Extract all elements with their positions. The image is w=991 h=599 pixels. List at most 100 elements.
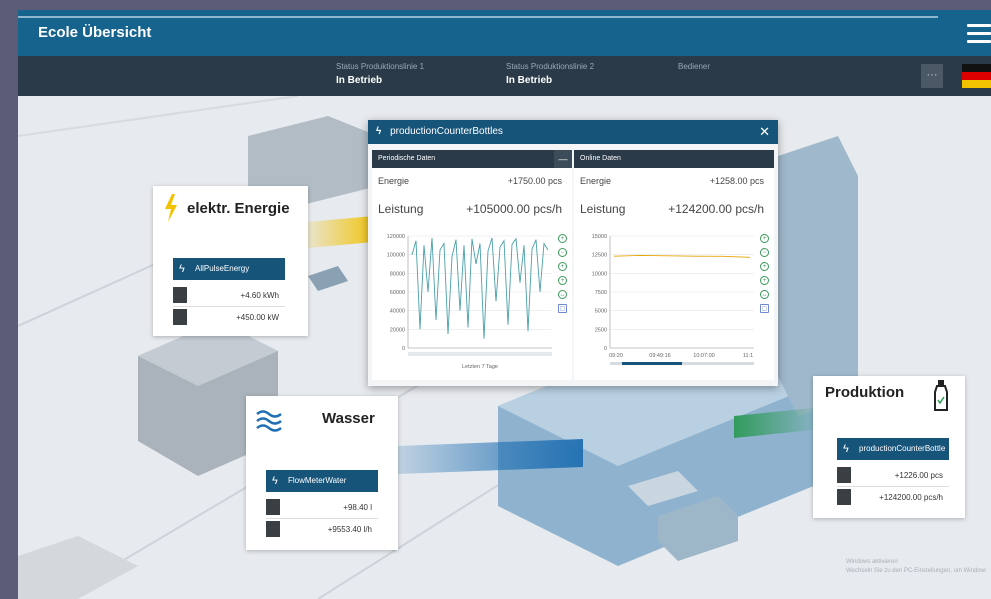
meter-icon — [837, 467, 851, 483]
periodic-panel-title: Periodische Daten — [372, 150, 572, 168]
series-line — [613, 254, 751, 258]
bolt-icon: ϟ — [179, 263, 185, 275]
energy-value-row: +4.60 kWh — [173, 284, 285, 307]
windows-activation-watermark: Windows aktivieren Wechseln Sie zu den P… — [846, 558, 986, 576]
collapse-button[interactable]: — — [554, 150, 572, 168]
reset-zoom-icon[interactable]: ▢ — [760, 304, 769, 313]
production-rate-value: +124200.00 pcs/h — [879, 492, 943, 502]
x-tick-label: 09:49:16 — [649, 353, 670, 359]
periodic-power-value: +105000.00 pcs/h — [466, 202, 562, 216]
pan-icon[interactable]: ↔ — [558, 290, 567, 299]
production-sensor-name: productionCounterBottles — [859, 444, 945, 453]
production-detail-dialog[interactable]: ϟ productionCounterBottles ✕ Periodische… — [368, 120, 778, 386]
plant-3d-view: elektr. Energie ϟ AllPulseEnergy +4.60 k… — [18, 95, 991, 599]
operator-status: Bediener — [678, 62, 710, 75]
pan-icon[interactable]: ↔ — [760, 290, 769, 299]
y-tick-label: 40000 — [390, 309, 405, 315]
y-tick-label: 120000 — [387, 234, 405, 240]
online-energy-value: +1258.00 pcs — [709, 176, 764, 186]
zoom-x-icon[interactable]: + — [558, 262, 567, 271]
y-tick-label: 0 — [604, 346, 607, 352]
y-tick-label: 100000 — [387, 253, 405, 259]
water-sensor-header[interactable]: ϟ FlowMeterWater — [266, 470, 378, 492]
german-flag-icon[interactable] — [962, 64, 991, 88]
meter-icon — [173, 309, 187, 325]
status-line-1-label: Status Produktionslinie 1 — [336, 62, 425, 71]
power-value-row: +450.00 kW — [173, 306, 285, 328]
online-power-value: +124200.00 pcs/h — [668, 202, 764, 216]
operator-label: Bediener — [678, 62, 711, 71]
water-card[interactable]: Wasser ϟ FlowMeterWater +98.40 l +9553.4… — [246, 396, 398, 550]
zoom-out-icon[interactable]: − — [760, 248, 769, 257]
online-energy-label: Energie — [580, 176, 612, 186]
y-tick-label: 60000 — [390, 290, 405, 296]
production-rate-row: +124200.00 pcs/h — [837, 486, 949, 508]
watermark-line-2: Wechseln Sie zu den PC-Einstellungen, um… — [846, 568, 986, 574]
range-slider — [408, 352, 552, 356]
y-tick-label: 0 — [402, 346, 405, 352]
online-panel: Online Daten Energie +1258.00 pcs Leistu… — [574, 150, 774, 380]
bolt-icon: ϟ — [376, 126, 382, 137]
water-sensor-name: FlowMeterWater — [288, 476, 347, 485]
x-tick-label: 09:20 — [609, 353, 623, 359]
online-chart[interactable]: 15000 12500 10000 7500 5000 2500 009:20 09:49:1… — [578, 230, 770, 376]
x-axis-label: Letzten 7 Tage — [462, 364, 498, 370]
meter-icon — [837, 489, 851, 505]
bottle-icon — [934, 380, 948, 411]
meter-icon — [173, 287, 187, 303]
water-volume-row: +98.40 l — [266, 496, 378, 519]
watermark-line-1: Windows aktivieren — [846, 559, 898, 565]
online-panel-title: Online Daten — [574, 150, 774, 168]
meter-icon — [266, 521, 280, 537]
y-tick-label: 12500 — [592, 253, 607, 259]
reset-zoom-icon[interactable]: ▢ — [558, 304, 567, 313]
periodic-energy-value: +1750.00 pcs — [507, 176, 562, 186]
app-window: elektr. Energie ϟ AllPulseEnergy +4.60 k… — [18, 10, 991, 599]
production-sensor-header[interactable]: ϟ productionCounterBottles — [837, 438, 949, 460]
periodic-chart[interactable]: 120000 100000 80000 60000 40000 20000 0 Letzten… — [376, 230, 568, 376]
energy-card[interactable]: elektr. Energie ϟ AllPulseEnergy +4.60 k… — [153, 186, 308, 336]
chart-toolbar: + − + + ↔ ▢ — [558, 234, 570, 334]
meter-icon — [266, 499, 280, 515]
status-line-2: Status Produktionslinie 2 In Betrieb — [506, 62, 594, 86]
status-line-1-value: In Betrieb — [336, 75, 383, 86]
water-volume-value: +98.40 l — [343, 502, 372, 512]
range-slider-handle — [622, 362, 682, 365]
zoom-x-icon[interactable]: + — [760, 262, 769, 271]
power-value: +450.00 kW — [236, 312, 279, 322]
bolt-icon: ϟ — [272, 475, 278, 487]
periodic-panel: Periodische Daten — Energie +1750.00 pcs… — [372, 150, 572, 380]
status-line-1: Status Produktionslinie 1 In Betrieb — [336, 62, 424, 86]
water-title: Wasser — [322, 410, 375, 427]
zoom-in-icon[interactable]: + — [760, 234, 769, 243]
zoom-y-icon[interactable]: + — [558, 276, 567, 285]
production-title: Produktion — [825, 384, 905, 401]
y-tick-label: 15000 — [592, 234, 607, 240]
app-title: Ecole Übersicht — [38, 24, 152, 41]
menu-icon[interactable] — [967, 24, 991, 46]
water-flow-row: +9553.40 l/h — [266, 518, 378, 540]
online-power-label: Leistung — [580, 202, 626, 216]
y-tick-label: 2500 — [595, 327, 607, 333]
production-card[interactable]: Produktion ϟ productionCounterBottles +1… — [813, 376, 965, 518]
energy-sensor-header[interactable]: ϟ AllPulseEnergy — [173, 258, 285, 280]
status-line-2-label: Status Produktionslinie 2 — [506, 62, 595, 71]
lightning-icon — [165, 194, 177, 222]
close-icon[interactable]: ✕ — [759, 120, 770, 144]
y-tick-label: 80000 — [390, 271, 405, 277]
dialog-header: ϟ productionCounterBottles ✕ — [368, 120, 778, 144]
y-tick-label: 5000 — [595, 309, 607, 315]
water-waves-icon — [256, 410, 282, 432]
more-button[interactable]: ··· — [921, 64, 943, 88]
periodic-energy-label: Energie — [378, 176, 410, 186]
status-line-2-value: In Betrieb — [506, 75, 553, 86]
zoom-y-icon[interactable]: + — [760, 276, 769, 285]
energy-title: elektr. Energie — [187, 200, 290, 217]
energy-value: +4.60 kWh — [240, 290, 279, 300]
energy-sensor-name: AllPulseEnergy — [195, 264, 250, 273]
zoom-in-icon[interactable]: + — [558, 234, 567, 243]
zoom-out-icon[interactable]: − — [558, 248, 567, 257]
header-accent-line — [18, 16, 938, 18]
y-tick-label: 7500 — [595, 290, 607, 296]
y-tick-label: 20000 — [390, 327, 405, 333]
